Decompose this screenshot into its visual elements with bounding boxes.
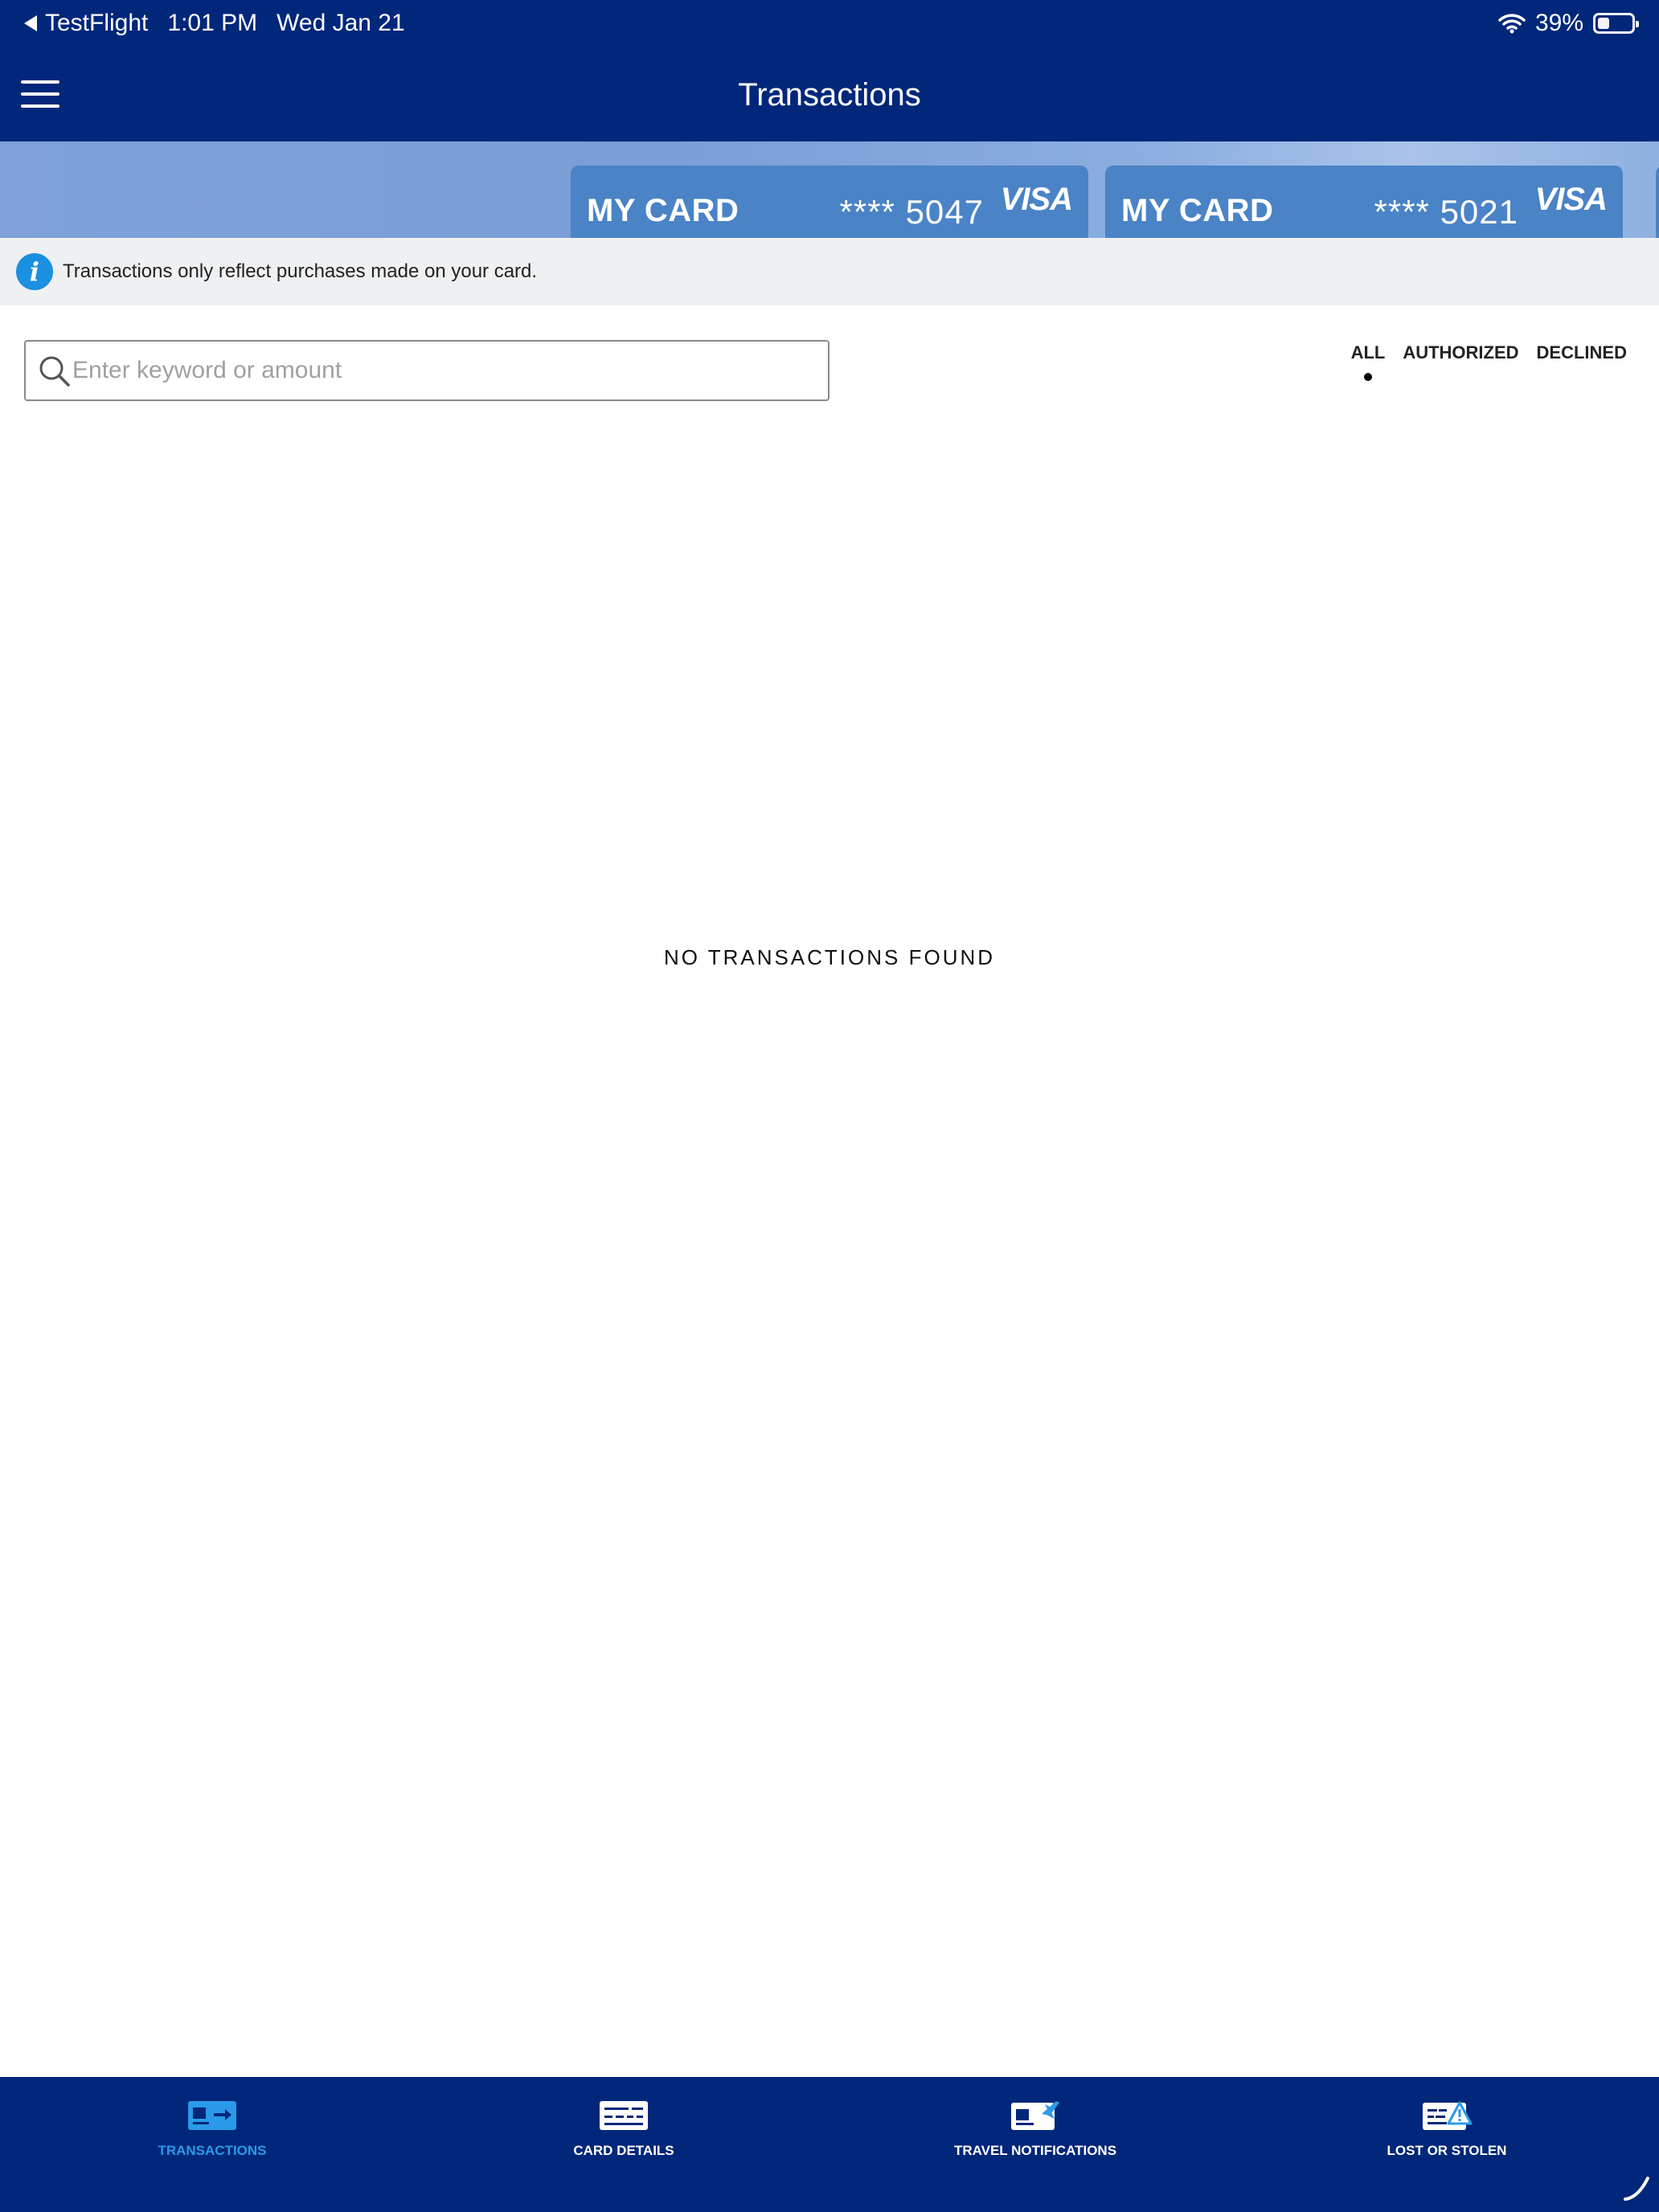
search-box[interactable] (24, 340, 830, 401)
nav-bar: Transactions (0, 51, 1659, 141)
tab-transactions[interactable]: TRANSACTIONS (51, 2098, 373, 2159)
card-name: MY CARD (1121, 193, 1274, 228)
filter-tab-authorized[interactable]: AUTHORIZED (1403, 342, 1518, 363)
filter-tab-all[interactable]: ALL (1350, 342, 1386, 381)
tab-label: CARD DETAILS (573, 2143, 674, 2158)
tab-label: TRAVEL NOTIFICATIONS (953, 2143, 1117, 2158)
visa-logo-icon: VISA (1534, 182, 1608, 217)
info-text: Transactions only reflect purchases made… (63, 260, 538, 282)
info-icon: i (16, 253, 53, 290)
card-carousel[interactable]: MY CARD **** 5047 VISA MY CARD **** 5021… (0, 141, 1659, 238)
status-bar: TestFlight 1:01 PM Wed Jan 21 39% (0, 0, 1659, 51)
search-icon (39, 356, 70, 387)
card-details-icon (600, 2101, 648, 2130)
empty-state-message: NO TRANSACTIONS FOUND (663, 945, 996, 969)
battery-percent: 39% (1534, 10, 1583, 36)
card-name: MY CARD (587, 193, 739, 228)
search-input[interactable] (72, 348, 812, 393)
home-indicator-icon (1624, 2177, 1649, 2201)
travel-notifications-icon (1011, 2101, 1059, 2130)
info-banner: i Transactions only reflect purchases ma… (0, 238, 1659, 305)
filter-tab-label: AUTHORIZED (1403, 342, 1519, 363)
filter-tab-declined[interactable]: DECLINED (1537, 342, 1627, 363)
tab-card-details[interactable]: CARD DETAILS (463, 2098, 784, 2159)
status-left: TestFlight 1:01 PM Wed Jan 21 (24, 10, 405, 37)
transactions-icon (188, 2101, 236, 2130)
back-to-app-button[interactable]: TestFlight (24, 10, 148, 37)
card-number: **** 5047 (839, 193, 984, 231)
status-date: Wed Jan 21 (276, 10, 405, 36)
card-number: **** 5021 (1374, 193, 1518, 231)
back-arrow-icon (24, 15, 37, 31)
selected-indicator (1363, 373, 1372, 381)
status-right: 39% (1498, 10, 1639, 37)
lost-stolen-icon (1423, 2101, 1473, 2130)
status-time: 1:01 PM (167, 10, 258, 36)
tab-label: TRANSACTIONS (158, 2143, 267, 2158)
filter-tabs: ALL AUTHORIZED DECLINED (1350, 342, 1627, 381)
tab-travel-notifications[interactable]: TRAVEL NOTIFICATIONS (875, 2098, 1196, 2159)
card-item[interactable]: MY CARD **** 5047 VISA (571, 166, 1088, 238)
card-item-partial[interactable] (1656, 166, 1659, 238)
filter-tab-label: ALL (1350, 342, 1386, 363)
back-app-label: TestFlight (45, 10, 149, 36)
battery-icon (1593, 13, 1639, 34)
wifi-icon (1498, 14, 1526, 34)
card-item[interactable]: MY CARD **** 5021 VISA (1105, 166, 1623, 238)
bottom-tab-bar: TRANSACTIONS CARD DETAILS TRAVEL NOTIFIC… (0, 2077, 1659, 2212)
filter-tab-label: DECLINED (1536, 342, 1627, 363)
page-title: Transactions (738, 77, 921, 113)
tab-label: LOST OR STOLEN (1387, 2143, 1507, 2158)
visa-logo-icon: VISA (1000, 182, 1073, 217)
tab-lost-or-stolen[interactable]: LOST OR STOLEN (1286, 2098, 1608, 2159)
